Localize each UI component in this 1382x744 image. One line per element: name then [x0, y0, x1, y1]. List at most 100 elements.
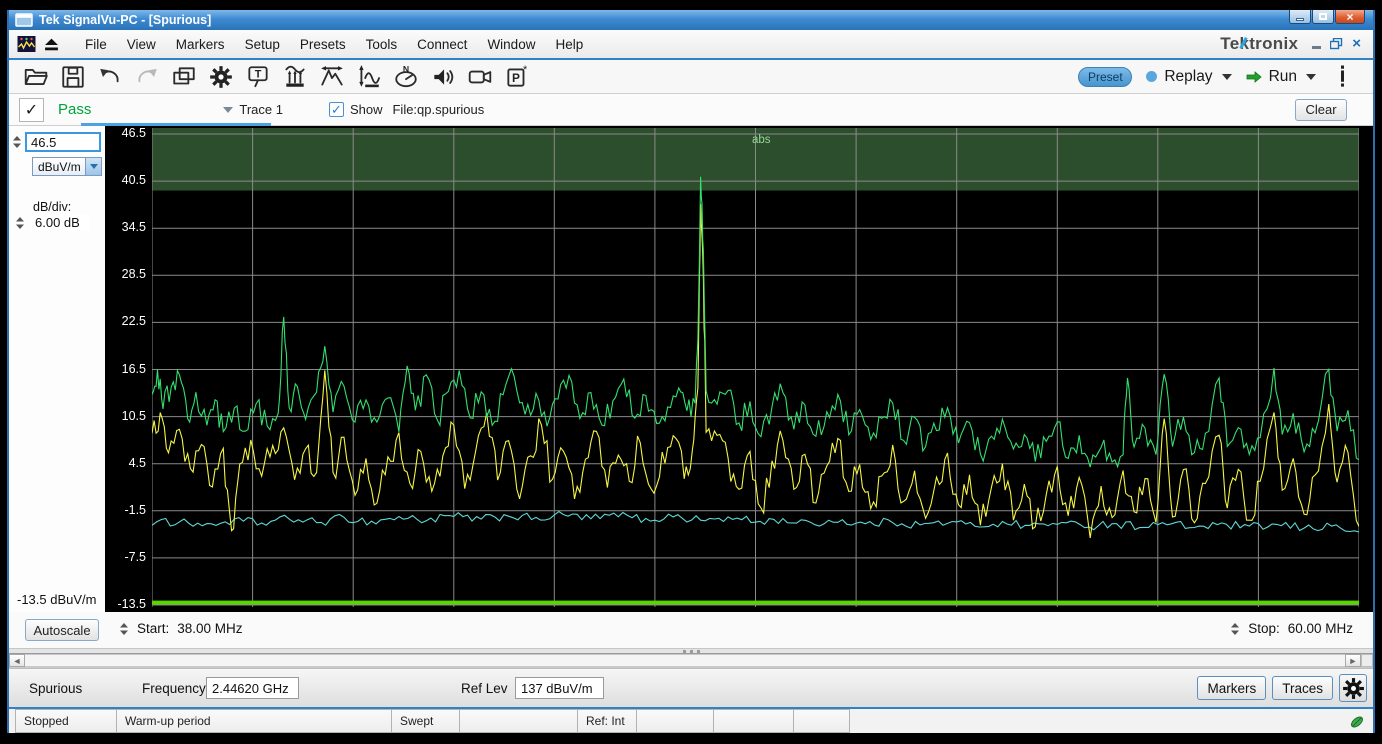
preset-p-button[interactable]: P* — [500, 62, 533, 92]
displays-button[interactable] — [167, 62, 200, 92]
frequency-input[interactable] — [206, 677, 299, 699]
db-div-label: dB/div: — [33, 200, 71, 214]
menu-items: FileViewMarkersSetupPresetsToolsConnectW… — [75, 33, 593, 56]
y-tick-label: 46.5 — [106, 126, 146, 140]
close-icon: × — [1346, 12, 1353, 22]
replay-button[interactable]: Replay — [1146, 68, 1231, 86]
menu-item-view[interactable]: View — [117, 33, 166, 56]
status-cell-empty — [637, 709, 714, 733]
bottom-scale-label: -13.5 dBuV/m — [17, 592, 97, 607]
peak-search-button[interactable] — [315, 62, 348, 92]
menu-item-file[interactable]: File — [75, 33, 117, 56]
preset-button[interactable]: Preset — [1078, 67, 1132, 87]
status-cell-ref-int: Ref: Int — [578, 709, 637, 733]
undo-icon — [97, 64, 123, 90]
spectrum-plot[interactable]: abs — [152, 128, 1359, 610]
status-cell-empty — [714, 709, 794, 733]
text-marker-button[interactable]: T — [241, 62, 274, 92]
chevron-down-icon — [90, 164, 98, 169]
menu-item-presets[interactable]: Presets — [290, 33, 356, 56]
show-checkbox[interactable]: ✓ — [329, 102, 344, 117]
amplitude-icon — [356, 64, 382, 90]
settings-gear-button[interactable] — [204, 62, 237, 92]
measurement-name: Spurious — [29, 681, 82, 696]
open-icon — [23, 64, 49, 90]
settings-button[interactable] — [1339, 674, 1367, 702]
stop-frequency-control[interactable]: Stop: 60.00 MHz — [1230, 621, 1353, 636]
menu-item-window[interactable]: Window — [477, 33, 545, 56]
close-button[interactable]: × — [1335, 10, 1365, 24]
mdi-restore-icon[interactable] — [1330, 38, 1343, 50]
measurement-control-bar: Spurious Frequency Ref Lev Markers Trace… — [9, 668, 1373, 707]
show-toggle[interactable]: ✓ Show — [329, 102, 383, 117]
audio-button[interactable] — [426, 62, 459, 92]
eject-icon[interactable] — [44, 38, 59, 51]
svg-text:N: N — [402, 64, 408, 74]
y-tick-label: 4.5 — [106, 456, 146, 470]
menu-item-tools[interactable]: Tools — [356, 33, 408, 56]
save-button[interactable] — [56, 62, 89, 92]
pass-status-label: Pass — [58, 101, 91, 118]
show-label: Show — [350, 102, 383, 117]
ref-level-spinner-icon[interactable] — [12, 135, 22, 149]
ref-lev-input[interactable] — [515, 677, 604, 699]
scale-sidebar: dBuV/m dB/div: 6.00 dB -13.5 dBuV/m — [9, 126, 105, 612]
replay-dropdown-icon[interactable] — [1222, 74, 1232, 80]
unit-dropdown-value: dBuV/m — [33, 160, 85, 174]
unit-dropdown-button[interactable] — [85, 158, 101, 175]
mdi-minimize-icon[interactable] — [1312, 46, 1321, 49]
replay-bullet-icon — [1146, 71, 1157, 82]
scrollbar-track[interactable] — [25, 654, 1345, 667]
db-div-spinner-icon[interactable] — [15, 216, 25, 230]
menu-item-markers[interactable]: Markers — [166, 33, 235, 56]
start-spinner-icon[interactable] — [119, 622, 129, 636]
pass-checkbox[interactable]: ✓ — [19, 98, 44, 122]
start-value[interactable]: 38.00 MHz — [177, 621, 242, 636]
redo-button[interactable] — [130, 62, 163, 92]
stop-value[interactable]: 60.00 MHz — [1288, 621, 1353, 636]
start-frequency-control[interactable]: Start: 38.00 MHz — [119, 621, 243, 636]
ref-level-input[interactable] — [25, 132, 101, 152]
undo-button[interactable] — [93, 62, 126, 92]
db-div-value[interactable]: 6.00 dB — [31, 214, 90, 231]
trace-selector[interactable]: Trace 1 — [223, 102, 283, 117]
text-marker-icon: T — [245, 64, 271, 90]
settings-gear-icon — [208, 64, 234, 90]
menu-item-connect[interactable]: Connect — [407, 33, 477, 56]
markers-button[interactable]: Markers — [1197, 676, 1266, 700]
camera-button[interactable] — [463, 62, 496, 92]
stop-spinner-icon[interactable] — [1230, 622, 1240, 636]
open-button[interactable] — [19, 62, 52, 92]
traces-button[interactable]: Traces — [1272, 676, 1333, 700]
scroll-right-icon[interactable]: ► — [1345, 654, 1361, 667]
brand-text: Tektronix — [1220, 34, 1298, 53]
amplitude-button[interactable] — [352, 62, 385, 92]
y-tick-label: 22.5 — [106, 314, 146, 328]
status-cell-stopped: Stopped — [15, 709, 117, 733]
normalize-button[interactable]: N — [389, 62, 422, 92]
unit-dropdown[interactable]: dBuV/m — [32, 157, 102, 176]
menu-item-setup[interactable]: Setup — [235, 33, 290, 56]
clear-button[interactable]: Clear — [1295, 99, 1347, 121]
tektronix-logo: Tektronix — [1220, 34, 1298, 54]
spectrum-marker-button[interactable] — [278, 62, 311, 92]
spectrum-marker-icon — [282, 64, 308, 90]
run-button[interactable]: Run — [1246, 68, 1316, 86]
app-window: Tek SignalVu-PC - [Spurious] × FileViewM… — [7, 10, 1375, 733]
minimize-button[interactable] — [1289, 10, 1311, 24]
status-cell-empty — [794, 709, 850, 733]
more-options-icon[interactable]: ⋮⋮ — [1330, 69, 1355, 85]
menu-item-help[interactable]: Help — [545, 33, 593, 56]
displays-icon — [171, 64, 197, 90]
y-tick-label: 10.5 — [106, 409, 146, 423]
autoscale-button[interactable]: Autoscale — [25, 619, 99, 641]
scroll-left-icon[interactable]: ◄ — [9, 654, 25, 667]
app-icon[interactable] — [17, 36, 36, 52]
horizontal-scrollbar[interactable]: ◄ ► — [9, 654, 1373, 668]
window-icon — [15, 13, 33, 27]
restore-button[interactable] — [1312, 10, 1334, 24]
run-dropdown-icon[interactable] — [1306, 74, 1316, 80]
mdi-close-icon[interactable]: × — [1352, 38, 1361, 50]
stop-label: Stop: — [1248, 621, 1280, 636]
limit-line-bottom — [152, 601, 1359, 605]
